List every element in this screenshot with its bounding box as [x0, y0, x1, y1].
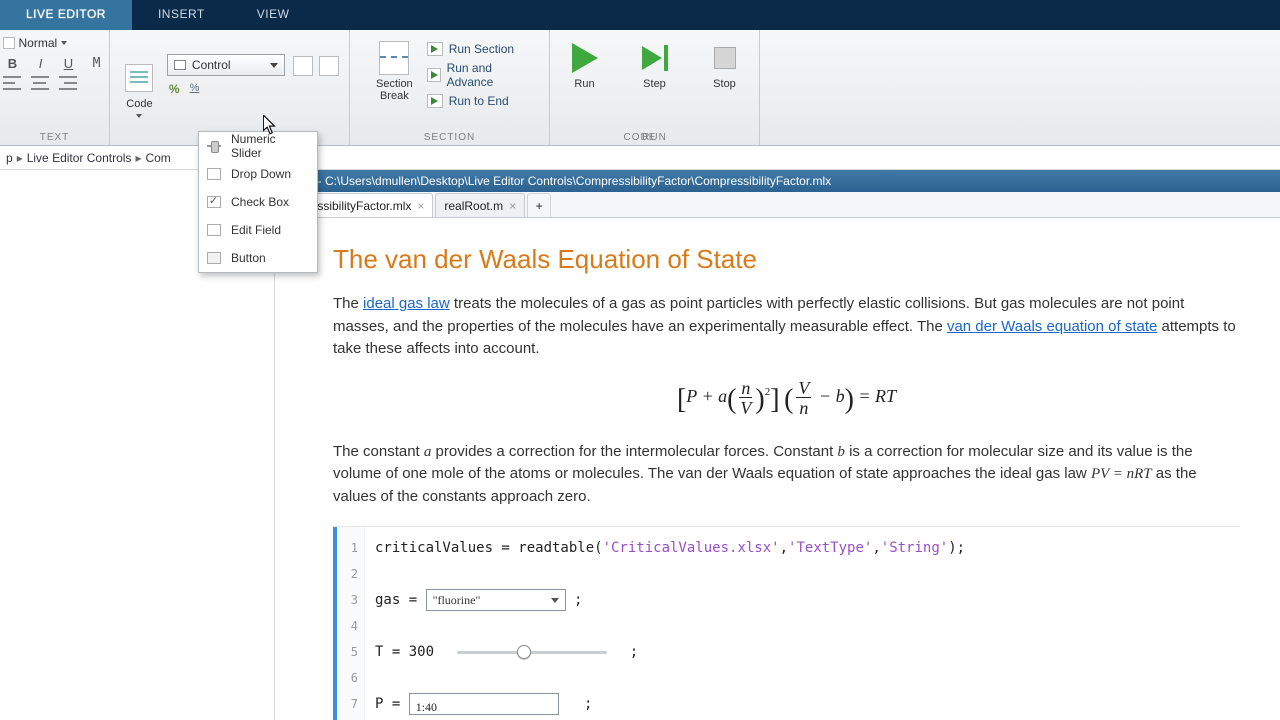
menu-button[interactable]: Button: [199, 244, 317, 272]
checkbox-icon: [207, 196, 221, 208]
paragraph-1: The ideal gas law treats the molecules o…: [333, 293, 1240, 361]
play-to-end-icon: [427, 94, 443, 108]
editfield-icon: [207, 224, 221, 236]
refactor-icon-2[interactable]: [319, 56, 339, 76]
run-button[interactable]: Run: [557, 42, 613, 90]
play-icon: [427, 42, 443, 56]
toolstrip-tabs: LIVE EDITOR INSERT VIEW: [0, 0, 1280, 30]
comment-percent-icon[interactable]: %: [169, 82, 180, 96]
control-dropdown-menu: Numeric Slider Drop Down Check Box Edit …: [198, 131, 318, 273]
menu-check-box[interactable]: Check Box: [199, 188, 317, 216]
play-advance-icon: [427, 68, 441, 82]
menu-drop-down[interactable]: Drop Down: [199, 160, 317, 188]
menu-edit-field[interactable]: Edit Field: [199, 216, 317, 244]
code-section: 123456789 criticalValues = readtable('Cr…: [333, 526, 1240, 720]
equation: [P + a(nV)2] (Vn − b) = RT: [333, 379, 1240, 421]
link-vdw-eos[interactable]: van der Waals equation of state: [947, 318, 1157, 335]
bold-button[interactable]: B: [3, 54, 23, 72]
breadcrumb-seg-2[interactable]: Live Editor Controls: [27, 151, 132, 165]
stop-button[interactable]: Stop: [697, 42, 753, 90]
close-icon[interactable]: ×: [417, 199, 424, 213]
control-icon: [174, 60, 186, 70]
pressure-edit-field-control[interactable]: 1:40: [409, 693, 559, 715]
group-label-run: RUN: [642, 132, 667, 143]
align-right-button[interactable]: [59, 76, 77, 90]
run-and-advance-button[interactable]: Run and Advance: [427, 61, 527, 89]
control-dropdown-button[interactable]: Control: [167, 54, 285, 76]
step-button[interactable]: Step: [627, 42, 683, 90]
line-gutter: 123456789: [337, 527, 365, 720]
temperature-slider-control[interactable]: [457, 642, 607, 662]
tab-live-editor[interactable]: LIVE EDITOR: [0, 0, 132, 30]
breadcrumb-seg-1[interactable]: p: [6, 151, 13, 165]
italic-button[interactable]: I: [31, 54, 51, 72]
close-icon[interactable]: ×: [509, 199, 516, 213]
doc-heading: The van der Waals Equation of State: [333, 240, 1240, 279]
document-tabs: mpressibilityFactor.mlx× realRoot.m× +: [275, 192, 1280, 218]
tab-insert[interactable]: INSERT: [132, 0, 231, 30]
step-bar-icon: [664, 45, 668, 71]
paragraph-style-value: Normal: [19, 36, 58, 50]
code-icon: [125, 64, 153, 92]
button-icon: [207, 252, 221, 264]
section-break-icon: [379, 41, 409, 75]
slider-icon: [207, 140, 221, 152]
menu-numeric-slider[interactable]: Numeric Slider: [199, 132, 317, 160]
code-text[interactable]: criticalValues = readtable('CriticalValu…: [365, 527, 1240, 720]
monospace-button[interactable]: M: [87, 54, 107, 72]
play-icon: [572, 43, 598, 73]
uncomment-icon[interactable]: %: [190, 82, 200, 96]
align-left-button[interactable]: [3, 76, 21, 90]
group-text: Normal B I U M TEXT: [0, 30, 110, 145]
chevron-down-icon: [270, 63, 278, 68]
group-label-section: SECTION: [424, 132, 475, 143]
tab-view[interactable]: VIEW: [231, 0, 316, 30]
document-body[interactable]: The van der Waals Equation of State The …: [275, 218, 1280, 720]
align-center-button[interactable]: [31, 76, 49, 90]
run-section-button[interactable]: Run Section: [427, 42, 527, 56]
chevron-down-icon: [551, 598, 559, 603]
path-breadcrumb[interactable]: p▸ Live Editor Controls▸ Com: [0, 146, 1280, 170]
toolstrip: Normal B I U M TEXT Code: [0, 30, 1280, 146]
link-ideal-gas-law[interactable]: ideal gas law: [363, 295, 450, 312]
section-break-button[interactable]: Section Break: [372, 42, 417, 102]
refactor-icon[interactable]: [293, 56, 313, 76]
group-label-text: TEXT: [40, 132, 70, 143]
step-play-icon: [642, 46, 662, 70]
mouse-cursor: [263, 115, 277, 135]
dropdown-icon: [207, 168, 221, 180]
paragraph-2: The constant a provides a correction for…: [333, 441, 1240, 509]
new-tab-button[interactable]: +: [527, 193, 551, 217]
paragraph-style-dropdown[interactable]: Normal: [3, 36, 107, 50]
gas-dropdown-control[interactable]: "fluorine": [426, 589, 566, 611]
underline-button[interactable]: U: [59, 54, 79, 72]
breadcrumb-seg-3[interactable]: Com: [145, 151, 170, 165]
code-button[interactable]: Code: [120, 36, 159, 143]
editor-title-bar: Editor - C:\Users\dmullen\Desktop\Live E…: [275, 170, 1280, 192]
doc-tab-2[interactable]: realRoot.m×: [435, 193, 525, 217]
run-to-end-button[interactable]: Run to End: [427, 94, 527, 108]
stop-icon: [714, 47, 736, 69]
